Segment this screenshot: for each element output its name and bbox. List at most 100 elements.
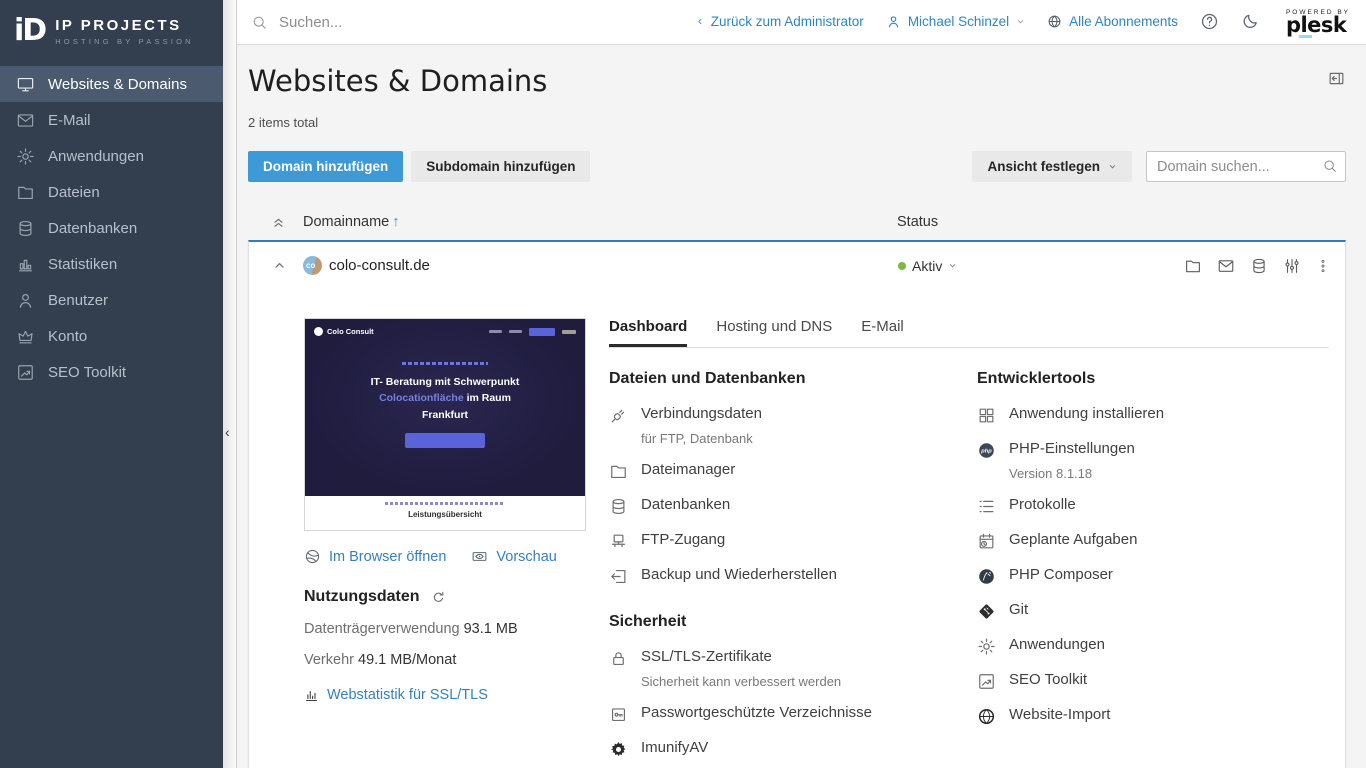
lock-icon xyxy=(609,649,628,668)
brand-monogram: iD xyxy=(14,16,45,46)
sidebar-item-label: E-Mail xyxy=(48,112,91,129)
collapse-row-icon[interactable] xyxy=(272,258,287,273)
database-icon[interactable] xyxy=(1250,257,1268,275)
preview-link[interactable]: Vorschau xyxy=(471,548,556,565)
tool-item[interactable]: Website-Import xyxy=(977,706,1329,726)
tool-item[interactable]: Verbindungsdaten xyxy=(609,405,961,425)
domain-search-input[interactable] xyxy=(1146,151,1346,182)
sidebar-item[interactable]: Dateien xyxy=(0,174,223,210)
browser-globe-icon xyxy=(304,548,321,565)
folder-icon xyxy=(16,183,35,202)
sidebar-item-label: Benutzer xyxy=(48,292,108,309)
globe-import-icon xyxy=(977,707,996,726)
plesk-underline xyxy=(1299,35,1312,38)
webstats-link[interactable]: Webstatistik für SSL/TLS xyxy=(304,687,586,703)
tab-email[interactable]: E-Mail xyxy=(861,318,904,347)
add-subdomain-button[interactable]: Subdomain hinzufügen xyxy=(411,151,590,182)
tool-item-label: SEO Toolkit xyxy=(1009,671,1087,688)
add-domain-button[interactable]: Domain hinzufügen xyxy=(248,151,403,182)
collapse-panel-icon[interactable] xyxy=(1327,69,1346,88)
sidebar-item[interactable]: Konto xyxy=(0,318,223,354)
tool-item[interactable]: Protokolle xyxy=(977,496,1329,516)
tool-item-subtext: Sicherheit kann verbessert werden xyxy=(641,674,961,689)
sidebar-item[interactable]: Websites & Domains xyxy=(0,66,223,102)
sidebar-item[interactable]: SEO Toolkit xyxy=(0,354,223,390)
sidebar-collapse-handle[interactable]: ‹ xyxy=(223,0,237,768)
user-icon xyxy=(16,291,35,310)
topbar: Zurück zum Administrator Michael Schinze… xyxy=(237,0,1366,45)
tab-dashboard[interactable]: Dashboard xyxy=(609,318,687,347)
tool-item[interactable]: SSL/TLS-Zertifikate xyxy=(609,648,961,668)
column-status: Status xyxy=(897,214,938,230)
open-in-browser-link[interactable]: Im Browser öffnen xyxy=(304,548,446,565)
user-menu[interactable]: Michael Schinzel xyxy=(886,14,1025,29)
sidebar-item-label: Dateien xyxy=(48,184,100,201)
all-subscriptions-link[interactable]: Alle Abonnements xyxy=(1047,14,1178,29)
tool-item[interactable]: Anwendung installieren xyxy=(977,405,1329,425)
svg-text:php: php xyxy=(980,449,992,455)
domain-tabs: Dashboard Hosting und DNS E-Mail xyxy=(609,318,1329,348)
search-icon[interactable] xyxy=(1322,158,1338,174)
site-logo xyxy=(314,327,323,336)
tool-item[interactable]: ImunifyAV xyxy=(609,739,961,759)
sidebar-item[interactable]: Benutzer xyxy=(0,282,223,318)
collapse-all-icon[interactable] xyxy=(271,215,286,230)
help-icon[interactable] xyxy=(1200,12,1219,31)
sidebar-item[interactable]: Statistiken xyxy=(0,246,223,282)
status-badge[interactable]: Aktiv xyxy=(898,258,957,274)
globe-icon xyxy=(1047,14,1062,29)
brand-name: IP PROJECTS xyxy=(55,17,194,34)
tool-item[interactable]: Anwendungen xyxy=(977,636,1329,656)
tool-item-label: FTP-Zugang xyxy=(641,531,725,548)
tab-hosting-dns[interactable]: Hosting und DNS xyxy=(716,318,832,347)
tool-item[interactable]: SEO Toolkit xyxy=(977,671,1329,691)
sidebar-item-label: Konto xyxy=(48,328,87,345)
sidebar-item[interactable]: Anwendungen xyxy=(0,138,223,174)
tool-item-label: Anwendungen xyxy=(1009,636,1105,653)
database-icon xyxy=(609,497,628,516)
tool-item[interactable]: Git xyxy=(977,601,1329,621)
back-to-admin-link[interactable]: Zurück zum Administrator xyxy=(696,14,864,29)
user-icon xyxy=(886,14,901,29)
files-icon[interactable] xyxy=(1184,257,1202,275)
sidebar-item-label: Statistiken xyxy=(48,256,117,273)
tool-item[interactable]: Dateimanager xyxy=(609,461,961,481)
brand-logo[interactable]: iD IP PROJECTS HOSTING BY PASSION xyxy=(0,0,223,62)
mail-icon[interactable] xyxy=(1217,257,1235,275)
tool-item[interactable]: Datenbanken xyxy=(609,496,961,516)
tool-item-subtext: für FTP, Datenbank xyxy=(641,431,961,446)
tool-item[interactable]: Backup und Wiederherstellen xyxy=(609,566,961,586)
git-icon xyxy=(977,602,996,621)
tool-item[interactable]: Geplante Aufgaben xyxy=(977,531,1329,551)
sidebar-item-label: Datenbanken xyxy=(48,220,137,237)
tool-item[interactable]: php PHP-Einstellungen xyxy=(977,440,1329,460)
sidebar-item[interactable]: Datenbanken xyxy=(0,210,223,246)
tool-item-label: SSL/TLS-Zertifikate xyxy=(641,648,772,665)
set-view-button[interactable]: Ansicht festlegen xyxy=(972,151,1132,182)
column-domainname[interactable]: Domainname↑ xyxy=(303,214,400,230)
dark-mode-moon-icon[interactable] xyxy=(1241,12,1260,31)
website-preview-thumbnail[interactable]: Colo Consult xyxy=(304,318,586,531)
settings-sliders-icon[interactable] xyxy=(1283,257,1301,275)
sidebar-item[interactable]: E-Mail xyxy=(0,102,223,138)
tools-column-left: Dateien und Datenbanken Verbindungsdaten… xyxy=(609,370,961,768)
domain-name[interactable]: colo-consult.de xyxy=(329,257,430,274)
disk-usage: Datenträgerverwendung 93.1 MB xyxy=(304,621,586,637)
global-search-input[interactable] xyxy=(279,14,579,31)
eye-preview-icon xyxy=(471,548,488,565)
page-title: Websites & Domains xyxy=(248,64,547,98)
refresh-icon[interactable] xyxy=(431,590,446,605)
list-icon xyxy=(977,497,996,516)
php-icon: php xyxy=(977,441,996,460)
domain-card: co colo-consult.de Aktiv xyxy=(248,240,1346,768)
more-actions-kebab-icon[interactable] xyxy=(1315,258,1331,274)
section-title: Entwicklertools xyxy=(977,370,1329,388)
tool-item[interactable]: PHP Composer xyxy=(977,566,1329,586)
tool-item[interactable]: FTP-Zugang xyxy=(609,531,961,551)
grid-icon xyxy=(977,406,996,425)
folder-icon xyxy=(609,462,628,481)
tool-item[interactable]: Passwortgeschützte Verzeichnisse xyxy=(609,704,961,724)
status-dot xyxy=(898,262,906,270)
chevron-left-icon: ‹ xyxy=(225,424,230,440)
monitor-icon xyxy=(16,75,35,94)
